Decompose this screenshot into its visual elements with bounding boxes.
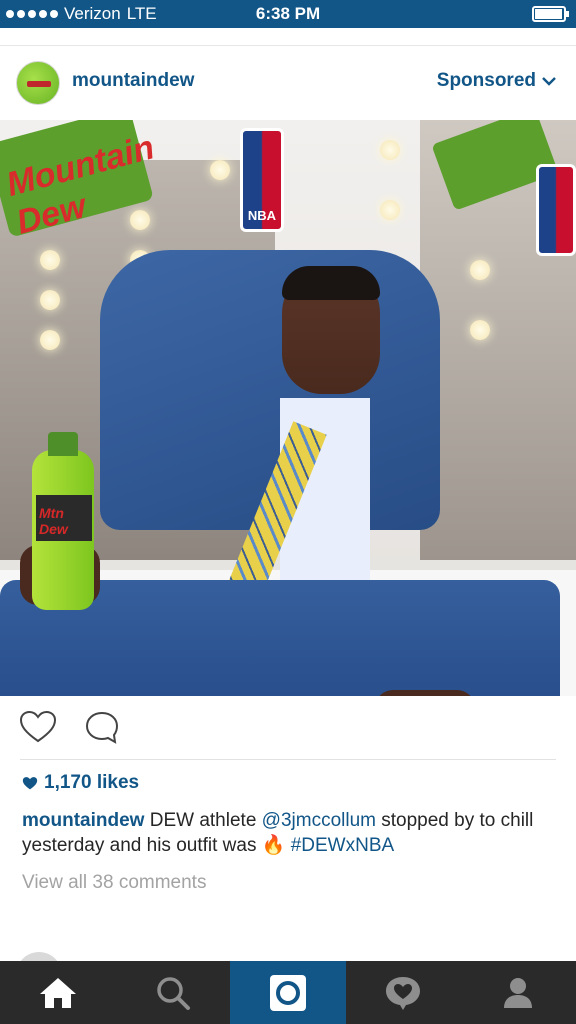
profile-icon	[504, 977, 533, 1008]
home-icon	[39, 977, 76, 1008]
caption-text: DEW athlete	[144, 810, 262, 831]
tab-activity[interactable]	[346, 961, 461, 1024]
battery-icon	[532, 6, 569, 22]
avatar[interactable]	[16, 61, 60, 105]
like-button[interactable]	[18, 710, 58, 744]
post-caption: mountaindew DEW athlete @3jmccollum stop…	[22, 808, 552, 858]
camera-icon	[270, 974, 306, 1011]
tab-camera[interactable]	[230, 961, 346, 1024]
tab-search[interactable]	[115, 961, 230, 1024]
post-header: mountaindew Sponsored	[0, 46, 576, 120]
sponsored-label: Sponsored	[436, 70, 536, 91]
search-icon	[157, 976, 190, 1010]
comment-button[interactable]	[82, 710, 122, 744]
chevron-down-icon	[542, 77, 556, 86]
status-bar: Verizon LTE 6:38 PM	[0, 0, 576, 28]
clock: 6:38 PM	[255, 4, 321, 23]
likes-count[interactable]: 1,170 likes	[22, 772, 139, 794]
heart-icon	[19, 710, 57, 743]
caption-mention[interactable]: @3jmccollum	[262, 810, 376, 831]
divider	[20, 759, 556, 760]
tab-home[interactable]	[0, 961, 115, 1024]
likes-label: 1,170 likes	[44, 772, 140, 793]
bottle-label: Mtn Dew	[36, 495, 92, 541]
caption-hashtag[interactable]: #DEWxNBA	[285, 835, 394, 856]
comment-icon	[85, 711, 119, 744]
nba-logo: NBA	[240, 128, 284, 232]
previous-post-edge	[0, 28, 576, 46]
nba-logo	[536, 164, 576, 256]
post-actions	[0, 696, 576, 760]
fire-emoji: 🔥	[261, 835, 286, 856]
tab-profile[interactable]	[461, 961, 576, 1024]
activity-heart-icon	[386, 976, 421, 1010]
heart-icon	[22, 776, 38, 789]
sponsored-dropdown[interactable]: Sponsored	[437, 70, 556, 92]
tab-bar	[0, 961, 576, 1024]
post-photo[interactable]: Mountain Dew NBA Mtn Dew	[0, 120, 576, 696]
post-username[interactable]: mountaindew	[72, 70, 194, 92]
view-comments-link[interactable]: View all 38 comments	[22, 872, 206, 894]
caption-username[interactable]: mountaindew	[22, 810, 144, 831]
